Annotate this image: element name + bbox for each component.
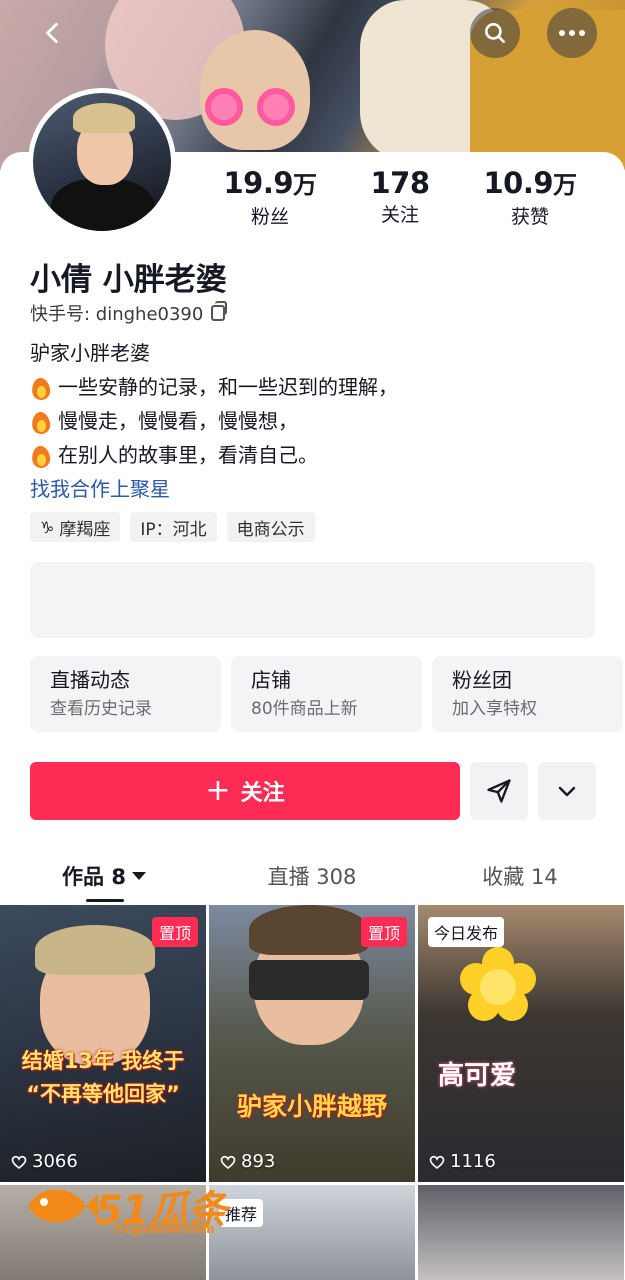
copy-icon[interactable] <box>211 301 228 321</box>
stat-followers-number: 19.9 <box>223 166 294 200</box>
like-count-value: 3066 <box>32 1151 78 1172</box>
more-button[interactable] <box>547 8 597 58</box>
profile-tags: ♑ 摩羯座 IP：河北 电商公示 <box>30 512 315 542</box>
cooperation-link[interactable]: 找我合作上聚星 <box>30 472 398 506</box>
video-thumbnail[interactable]: 今日发布 高可爱 1116 <box>418 905 624 1182</box>
bio-text: 在别人的故事里，看清自己。 <box>58 443 318 467</box>
tag-ecommerce-label: 电商公示 <box>236 519 305 540</box>
bio-text: 慢慢走，慢慢看，慢慢想， <box>58 409 298 433</box>
stat-likes-number: 10.9 <box>483 166 554 200</box>
feature-shop[interactable]: 店铺 80件商品上新 <box>231 656 422 732</box>
video-caption: 驴家小胖越野 <box>236 1092 387 1121</box>
video-caption: 结婚13年 我终于 “不再等他回家” <box>21 1049 185 1106</box>
stat-likes-label: 获赞 <box>510 206 549 228</box>
stat-followers-unit: 万 <box>293 171 317 199</box>
stat-followers-label: 粉丝 <box>250 206 289 228</box>
search-icon <box>485 23 505 43</box>
video-thumbnail[interactable]: 置顶 驴家小胖越野 893 <box>209 905 415 1182</box>
flower-sticker <box>460 947 536 1021</box>
tab-works-label: 作品 8 <box>62 865 126 889</box>
like-count: 893 <box>219 1151 275 1172</box>
pinned-badge: 置顶 <box>151 917 198 947</box>
caret-down-icon <box>131 872 146 880</box>
user-id[interactable]: 快手号: dinghe0390 <box>30 300 228 326</box>
stat-likes[interactable]: 10.9万 获赞 <box>465 166 595 230</box>
fire-icon <box>30 374 52 400</box>
bio-line: 驴家小胖老婆 <box>30 336 398 370</box>
bio-text: 一些安静的记录，和一些迟到的理解， <box>58 375 398 399</box>
content-tabs: 作品 8 直播 308 收藏 14 <box>0 850 625 902</box>
tag-zodiac-label: 摩羯座 <box>59 519 111 540</box>
stat-likes-unit: 万 <box>553 171 577 199</box>
feature-title: 直播动态 <box>50 668 130 692</box>
video-thumbnail[interactable]: 置顶 结婚13年 我终于 “不再等他回家” 3066 <box>0 905 206 1182</box>
stat-following-number: 178 <box>370 166 430 200</box>
more-horizontal-icon <box>559 30 585 36</box>
tab-live-label: 直播 308 <box>267 865 357 889</box>
stat-following[interactable]: 178 关注 <box>335 166 465 230</box>
feature-subtitle: 查看历史记录 <box>50 699 152 719</box>
profile-name: 小倩 小胖老婆 <box>30 262 227 298</box>
video-thumbnail[interactable] <box>418 1185 624 1280</box>
tab-live[interactable]: 直播 308 <box>208 850 416 902</box>
feature-row: 直播动态 查看历史记录 店铺 80件商品上新 粉丝团 加入享特权 <box>30 656 623 732</box>
tab-favorites[interactable]: 收藏 14 <box>416 850 624 902</box>
send-icon <box>487 779 511 803</box>
fire-icon <box>30 442 52 468</box>
share-button[interactable] <box>470 762 528 820</box>
stat-followers[interactable]: 19.9万 粉丝 <box>205 166 335 230</box>
capricorn-icon: ♑ <box>40 517 55 537</box>
tag-ip-label: IP：河北 <box>140 519 207 540</box>
plus-icon: + <box>205 773 231 808</box>
feature-live-history[interactable]: 直播动态 查看历史记录 <box>30 656 221 732</box>
heart-icon <box>220 1155 236 1169</box>
search-button[interactable] <box>470 8 520 58</box>
feature-title: 店铺 <box>251 668 291 692</box>
expand-button[interactable] <box>538 762 596 820</box>
bio-line: 慢慢走，慢慢看，慢慢想， <box>30 404 398 438</box>
tab-works[interactable]: 作品 8 <box>0 850 208 902</box>
chevron-left-icon <box>46 22 58 44</box>
stat-following-label: 关注 <box>380 204 419 226</box>
bio-line: 一些安静的记录，和一些迟到的理解， <box>30 370 398 404</box>
bio-line: 在别人的故事里，看清自己。 <box>30 438 398 472</box>
feature-subtitle: 加入享特权 <box>452 699 537 719</box>
feature-fan-club[interactable]: 粉丝团 加入享特权 <box>432 656 623 732</box>
today-badge: 今日发布 <box>428 917 505 947</box>
like-count: 3066 <box>10 1151 78 1172</box>
tag-ecommerce[interactable]: 电商公示 <box>226 512 315 542</box>
action-row: + 关注 <box>30 762 596 820</box>
like-count-value: 1116 <box>450 1151 496 1172</box>
like-count-value: 893 <box>241 1151 276 1172</box>
chevron-down-icon <box>558 786 576 797</box>
bio-text: 驴家小胖老婆 <box>30 341 150 365</box>
fish-logo-icon <box>28 1189 98 1223</box>
fire-icon <box>30 408 52 434</box>
follow-label: 关注 <box>240 781 285 806</box>
heart-icon <box>11 1155 27 1169</box>
heart-icon <box>429 1155 445 1169</box>
tag-zodiac: ♑ 摩羯座 <box>30 512 121 542</box>
like-count: 1116 <box>428 1151 496 1172</box>
watermark-url: 51guatiao.com <box>114 1222 215 1236</box>
pinned-badge: 置顶 <box>360 917 407 947</box>
empty-banner <box>30 562 595 638</box>
feature-subtitle: 80件商品上新 <box>251 699 358 719</box>
watermark-logo: 51瓜条 51guatiao.com <box>20 1172 240 1242</box>
tab-favorites-label: 收藏 14 <box>482 865 558 889</box>
profile-bio: 驴家小胖老婆 一些安静的记录，和一些迟到的理解， 慢慢走，慢慢看，慢慢想， 在别… <box>30 336 398 506</box>
user-id-text: 快手号: dinghe0390 <box>30 304 204 325</box>
feature-title: 粉丝团 <box>452 668 512 692</box>
video-caption: 高可爱 <box>438 1061 517 1091</box>
profile-stats: 19.9万 粉丝 178 关注 10.9万 获赞 <box>205 166 605 230</box>
tag-ip: IP：河北 <box>130 512 217 542</box>
avatar[interactable] <box>28 88 176 236</box>
back-button[interactable] <box>28 8 78 58</box>
follow-button[interactable]: + 关注 <box>30 762 460 820</box>
